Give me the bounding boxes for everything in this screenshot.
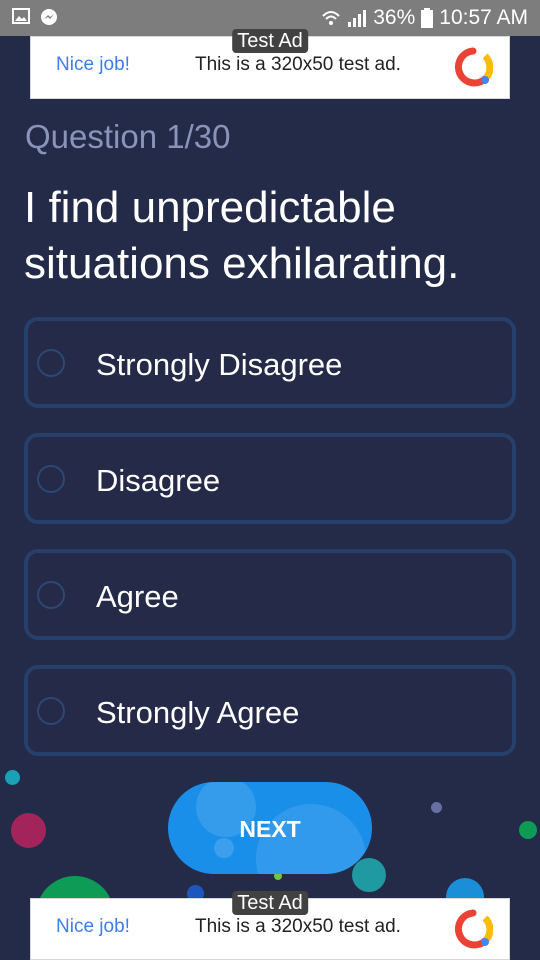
- next-button-label: NEXT: [239, 816, 301, 842]
- question-progress: Question 1/30: [25, 118, 231, 155]
- next-button[interactable]: NEXT: [168, 782, 372, 874]
- test-ad-badge: Test Ad: [232, 891, 308, 915]
- decorative-dot: [11, 813, 46, 848]
- wifi-icon: [322, 11, 340, 25]
- battery-icon: [421, 8, 434, 28]
- option-label: Disagree: [96, 463, 221, 498]
- radio-circle-icon[interactable]: [37, 697, 65, 725]
- option-strongly-agree[interactable]: Strongly Agree: [24, 665, 516, 756]
- image-icon: [12, 8, 30, 24]
- option-label: Strongly Agree: [96, 695, 300, 730]
- question-text: I find unpredictable situations exhilara…: [24, 183, 460, 288]
- option-label: Strongly Disagree: [96, 347, 343, 382]
- admob-logo-icon: [454, 47, 493, 87]
- ad-nice-job-text: Nice job!: [56, 54, 130, 75]
- decorative-dot: [519, 821, 537, 839]
- option-label: Agree: [96, 579, 179, 614]
- battery-percent: 36%: [373, 6, 416, 29]
- admob-logo-icon: [454, 909, 493, 949]
- ad-description: This is a 320x50 test ad.: [195, 54, 401, 75]
- clock: 10:57 AM: [439, 6, 528, 29]
- radio-circle-icon[interactable]: [37, 349, 65, 377]
- bottom-banner-ad[interactable]: Test Ad Nice job! This is a 320x50 test …: [30, 891, 510, 960]
- radio-circle-icon[interactable]: [37, 581, 65, 609]
- option-agree[interactable]: Agree: [24, 549, 516, 640]
- option-disagree[interactable]: Disagree: [24, 433, 516, 524]
- ad-nice-job-text: Nice job!: [56, 916, 130, 937]
- test-ad-badge: Test Ad: [232, 29, 308, 53]
- messenger-icon: [41, 9, 57, 25]
- radio-circle-icon[interactable]: [37, 465, 65, 493]
- top-banner-ad[interactable]: Test Ad Nice job! This is a 320x50 test …: [30, 29, 510, 99]
- decorative-dot: [431, 802, 442, 813]
- ad-description: This is a 320x50 test ad.: [195, 916, 401, 937]
- decorative-dot: [5, 770, 20, 785]
- signal-icon: [348, 10, 367, 27]
- option-strongly-disagree[interactable]: Strongly Disagree: [24, 317, 516, 408]
